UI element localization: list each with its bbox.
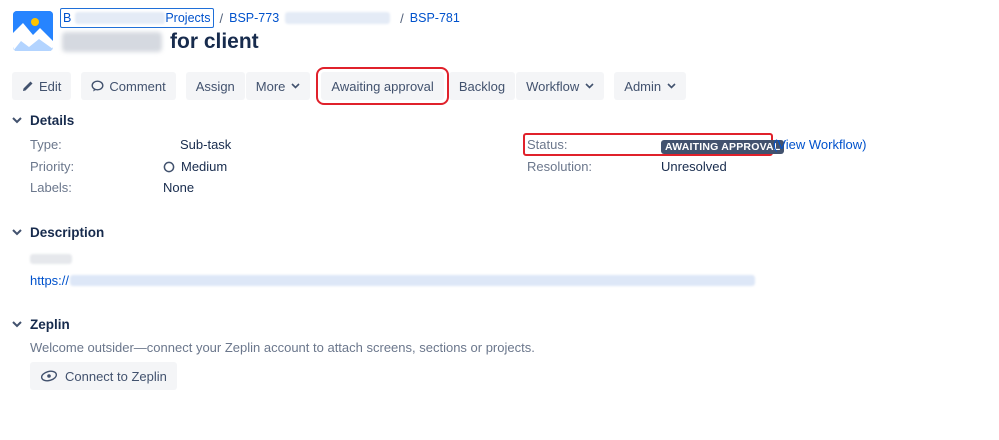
chevron-down-icon (291, 83, 300, 89)
caret-down-icon (12, 117, 24, 124)
transition-group: Awaiting approval Backlog Workflow (316, 67, 605, 105)
page-title: for client (62, 30, 259, 54)
breadcrumb-separator: / (400, 10, 404, 26)
labels-value: None (163, 180, 195, 195)
description-redacted (30, 250, 72, 265)
comment-icon (91, 80, 104, 92)
admin-button[interactable]: Admin (614, 72, 687, 100)
page-title-text: for client (170, 30, 259, 53)
breadcrumb-parent-issue[interactable]: BSP-773 (229, 11, 279, 25)
resolution-value: Unresolved (661, 159, 727, 174)
assign-button[interactable]: Assign (185, 72, 245, 100)
admin-button-label: Admin (624, 78, 662, 94)
priority-value-text: Medium (181, 159, 228, 174)
status-label: Status: (527, 137, 568, 152)
caret-down-icon (12, 321, 24, 328)
caret-down-icon (12, 229, 24, 236)
description-link[interactable]: https:// (30, 273, 756, 288)
redacted-text (62, 32, 162, 52)
description-section: Description (12, 225, 104, 240)
details-heading: Details (30, 113, 75, 128)
breadcrumb-separator: / (219, 10, 224, 26)
awaiting-approval-button[interactable]: Awaiting approval (316, 67, 449, 105)
backlog-button[interactable]: Backlog (448, 72, 516, 100)
description-heading: Description (30, 225, 105, 240)
type-value: Sub-task (180, 137, 232, 152)
workflow-button-label: Workflow (526, 78, 580, 94)
edit-button[interactable]: Edit (12, 72, 72, 100)
resolution-label: Resolution: (527, 159, 593, 174)
zeplin-icon (40, 369, 58, 383)
chevron-down-icon (667, 83, 676, 89)
breadcrumb-projects-link[interactable]: Projects (165, 11, 210, 25)
details-toggle[interactable]: Details (12, 113, 74, 128)
view-workflow-link[interactable]: (View Workflow) (773, 137, 866, 152)
zeplin-toggle[interactable]: Zeplin (12, 317, 70, 332)
connect-zeplin-button[interactable]: Connect to Zeplin (30, 362, 177, 390)
description-link-prefix: https:// (30, 273, 70, 288)
breadcrumb-issue-key[interactable]: BSP-781 (410, 11, 460, 25)
priority-value: Medium (163, 159, 227, 174)
priority-medium-icon (163, 161, 175, 173)
zeplin-heading: Zeplin (30, 317, 70, 332)
comment-button-label: Comment (109, 78, 166, 94)
action-group: Assign More (185, 72, 311, 100)
redacted-text (70, 275, 756, 286)
more-button[interactable]: More (245, 72, 311, 100)
details-section: Details (12, 113, 74, 128)
priority-label: Priority: (30, 159, 75, 174)
zeplin-section: Zeplin (12, 317, 70, 332)
type-label: Type: (30, 137, 62, 152)
redacted-text (75, 12, 166, 24)
edit-button-label: Edit (39, 78, 62, 94)
zeplin-text: Welcome outsider—connect your Zeplin acc… (30, 340, 535, 355)
breadcrumb: B Projects / BSP-773 / BSP-781 (60, 8, 460, 28)
view-workflow-link-wrap: (View Workflow) (773, 137, 866, 152)
issue-toolbar: Edit Comment Assign More Awaiting approv… (12, 67, 687, 105)
connect-zeplin-label: Connect to Zeplin (65, 368, 167, 384)
status-lozenge: AWAITING APPROVAL (661, 138, 785, 154)
redacted-text (30, 253, 72, 264)
workflow-button[interactable]: Workflow (516, 72, 605, 100)
breadcrumb-project[interactable]: B Projects (60, 8, 214, 28)
pencil-icon (22, 80, 34, 92)
description-toggle[interactable]: Description (12, 225, 104, 240)
redacted-text (285, 12, 391, 24)
more-button-label: More (255, 78, 286, 94)
comment-button[interactable]: Comment (81, 72, 176, 100)
chevron-down-icon (585, 83, 594, 89)
project-avatar-icon[interactable] (13, 11, 53, 51)
status-badge: AWAITING APPROVAL (661, 140, 785, 154)
labels-label: Labels: (30, 180, 72, 195)
